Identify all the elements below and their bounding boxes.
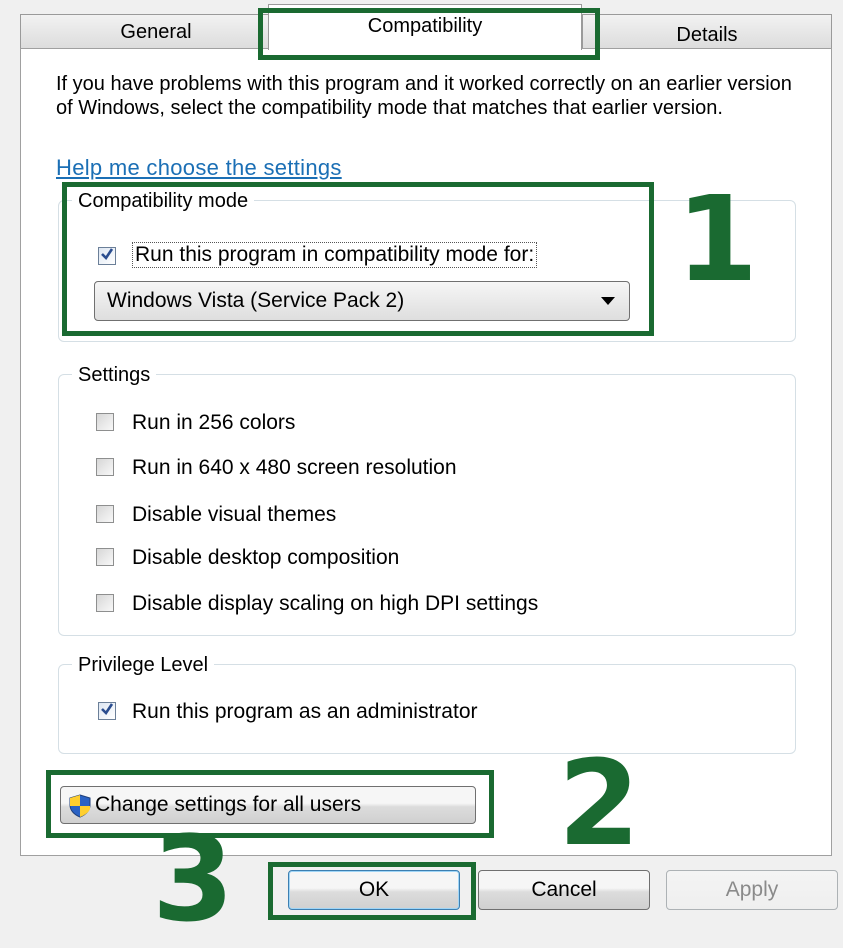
cancel-button[interactable]: Cancel xyxy=(478,870,650,910)
chevron-down-icon xyxy=(601,297,615,305)
run-256-colors-checkbox[interactable] xyxy=(96,413,114,431)
compatibility-mode-legend: Compatibility mode xyxy=(72,190,255,213)
compat-mode-select[interactable]: Windows Vista (Service Pack 2) xyxy=(94,281,630,321)
annotation-number-3: 3 xyxy=(152,810,235,948)
tab-label: Details xyxy=(676,23,738,46)
run-640x480-checkbox[interactable] xyxy=(96,458,114,476)
tab-general[interactable]: General xyxy=(20,14,292,50)
checkmark-icon xyxy=(100,247,114,266)
disable-visual-themes-checkbox[interactable] xyxy=(96,505,114,523)
run-640x480-label[interactable]: Run in 640 x 480 screen resolution xyxy=(132,456,457,480)
disable-dpi-scaling-label[interactable]: Disable display scaling on high DPI sett… xyxy=(132,592,538,616)
compat-mode-label[interactable]: Run this program in compatibility mode f… xyxy=(132,242,538,268)
checkmark-icon xyxy=(100,702,114,721)
disable-desktop-composition-checkbox[interactable] xyxy=(96,548,114,566)
run-as-admin-label[interactable]: Run this program as an administrator xyxy=(132,700,478,724)
description-text: If you have problems with this program a… xyxy=(56,73,792,119)
disable-visual-themes-label[interactable]: Disable visual themes xyxy=(132,503,336,527)
annotation-number-1: 1 xyxy=(676,170,759,308)
tab-compatibility[interactable]: Compatibility xyxy=(268,4,582,50)
cancel-label: Cancel xyxy=(531,878,597,901)
compat-mode-value: Windows Vista (Service Pack 2) xyxy=(107,289,405,312)
compat-mode-checkbox[interactable] xyxy=(98,247,116,265)
tab-label: Compatibility xyxy=(367,15,483,37)
run-256-colors-label[interactable]: Run in 256 colors xyxy=(132,411,295,435)
privilege-level-legend: Privilege Level xyxy=(72,654,215,677)
ok-button[interactable]: OK xyxy=(288,870,460,910)
tab-label: General xyxy=(120,20,192,43)
run-as-admin-checkbox[interactable] xyxy=(98,702,116,720)
apply-button[interactable]: Apply xyxy=(666,870,838,910)
settings-legend: Settings xyxy=(72,364,157,387)
disable-desktop-composition-label[interactable]: Disable desktop composition xyxy=(132,546,399,570)
uac-shield-icon xyxy=(69,794,91,824)
apply-label: Apply xyxy=(725,878,779,901)
ok-label: OK xyxy=(358,878,390,901)
tab-details[interactable]: Details xyxy=(582,14,832,50)
change-settings-all-users-button[interactable]: Change settings for all users xyxy=(60,786,476,824)
disable-dpi-scaling-checkbox[interactable] xyxy=(96,594,114,612)
help-link[interactable]: Help me choose the settings xyxy=(56,155,342,181)
annotation-number-2: 2 xyxy=(558,734,641,872)
